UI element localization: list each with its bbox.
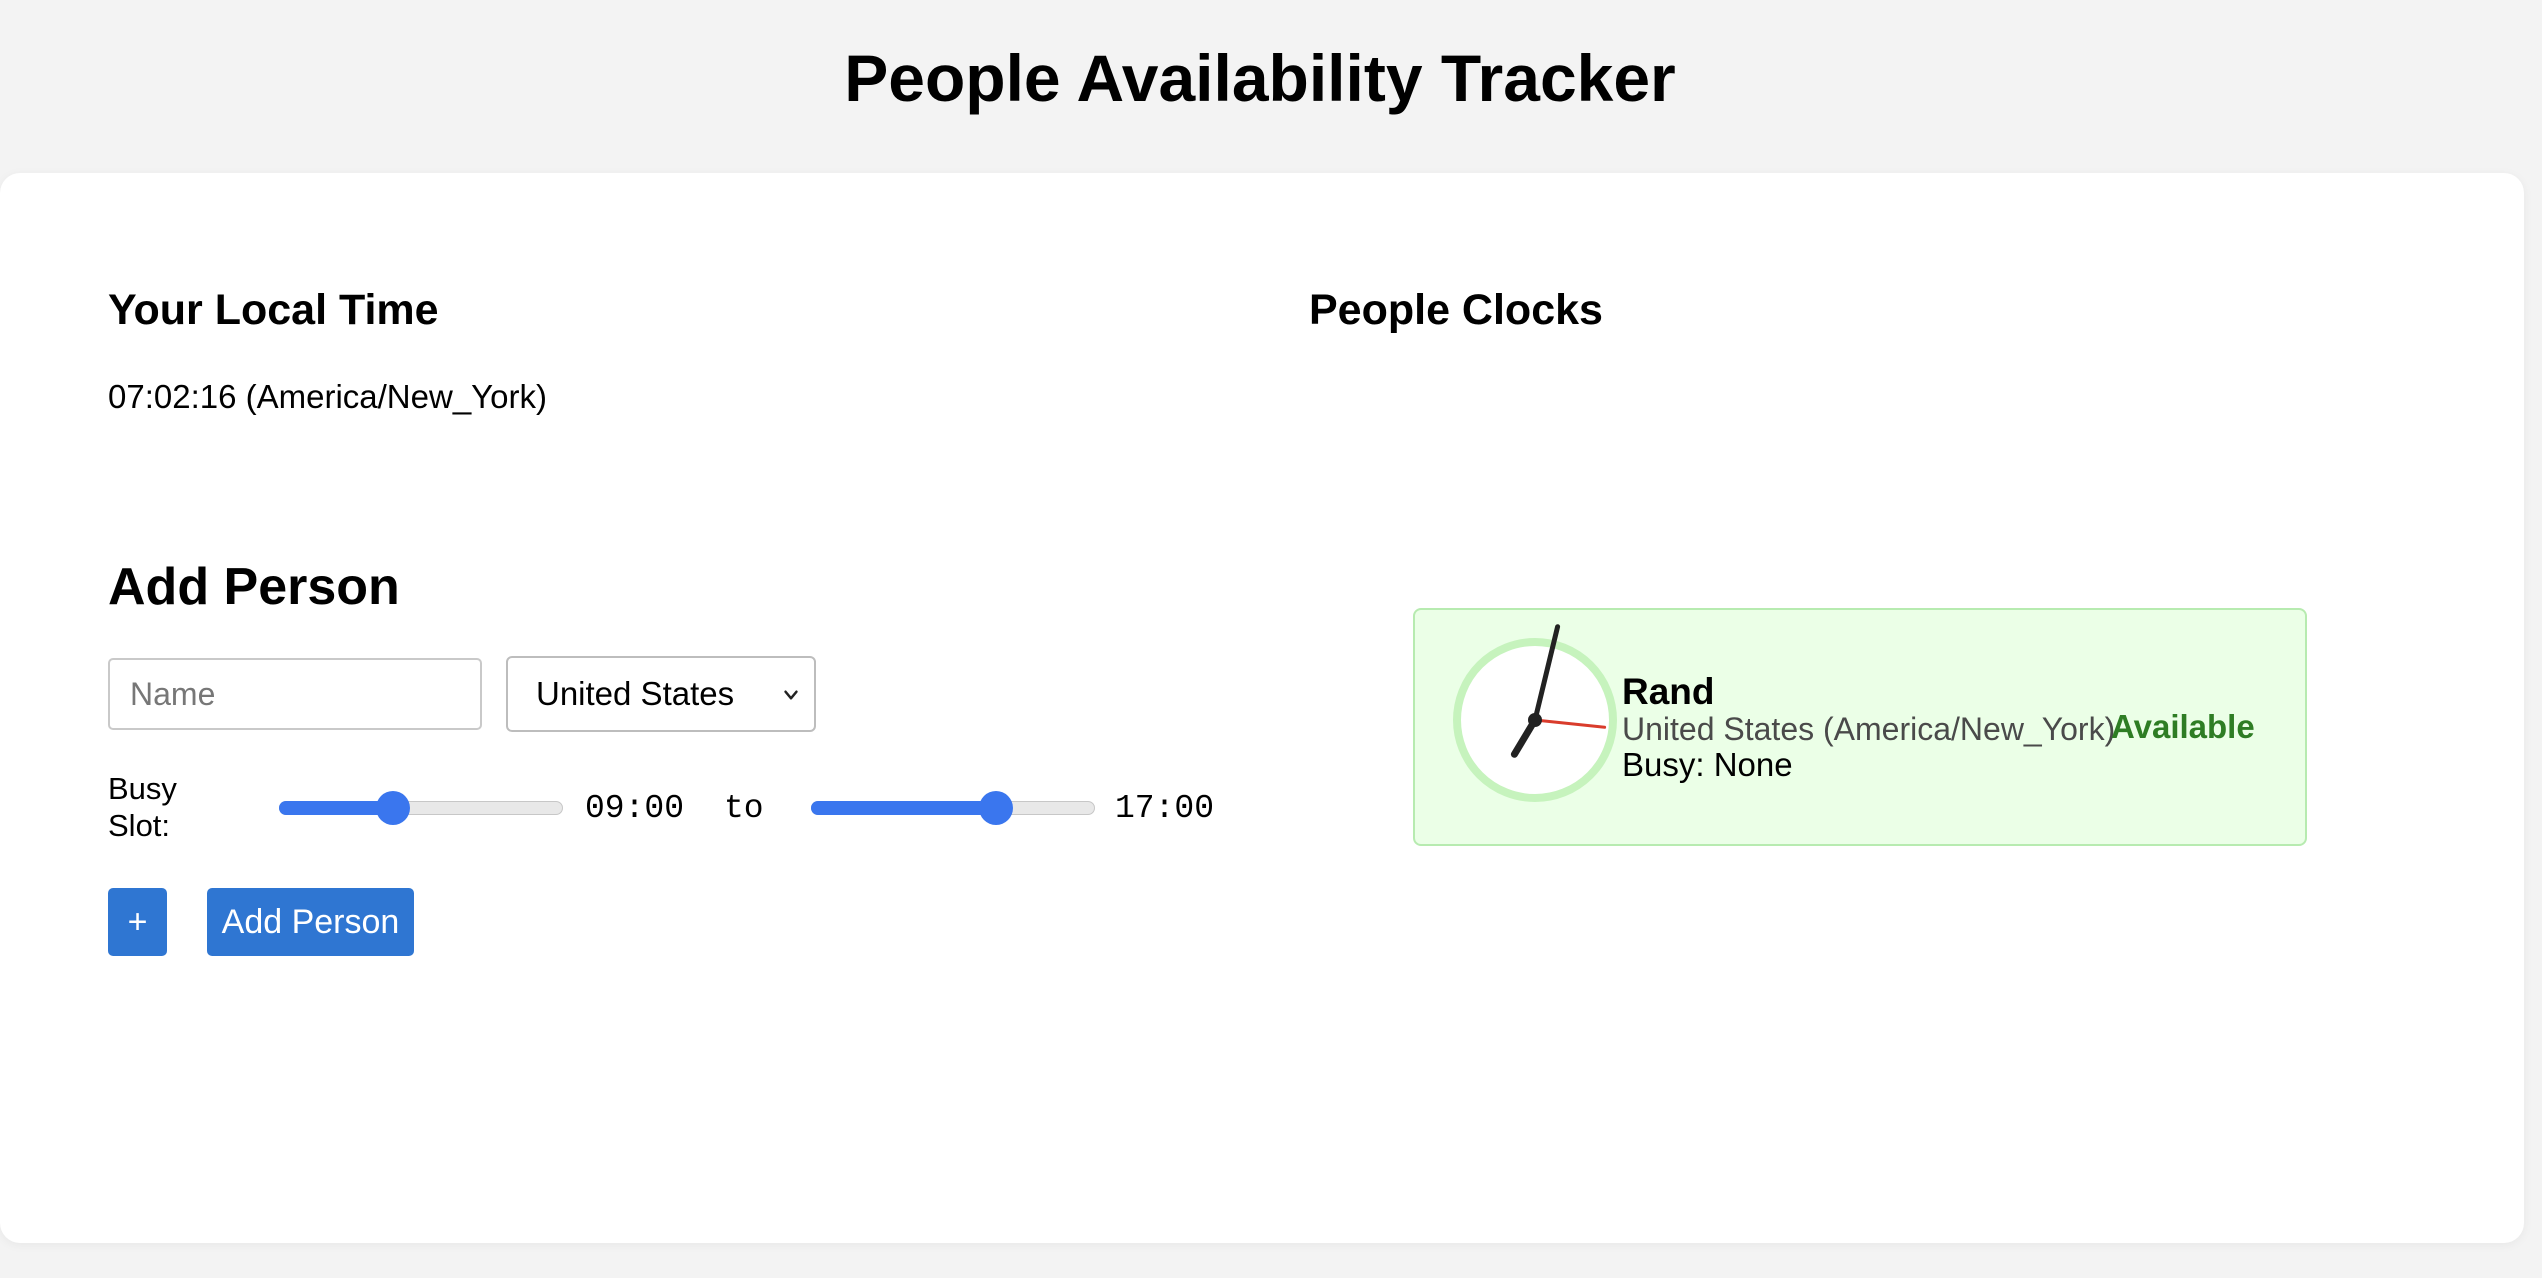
analog-clock — [1453, 624, 1617, 802]
person-name: Rand — [1622, 671, 1715, 712]
person-timezone: United States (America/New_York) — [1622, 711, 2116, 747]
chevron-down-icon — [784, 690, 798, 700]
people-clocks-heading: People Clocks — [1309, 286, 1603, 334]
person-status-badge: Available — [2111, 708, 2255, 745]
local-time-value: 07:02:16 (America/New_York) — [108, 378, 547, 415]
busy-end-slider[interactable] — [811, 788, 1095, 828]
busy-separator: to — [724, 790, 764, 827]
local-time-heading: Your Local Time — [108, 286, 439, 334]
busy-slot-label: Busy Slot: — [108, 771, 177, 843]
busy-end-time: 17:00 — [1115, 790, 1215, 827]
slider-fill — [811, 801, 996, 815]
busy-start-time: 09:00 — [585, 790, 685, 827]
person-busy-info: Busy: None — [1622, 746, 1793, 783]
add-slot-button[interactable]: + — [108, 888, 167, 956]
clock-center-pin — [1528, 713, 1542, 727]
slider-thumb[interactable] — [979, 791, 1013, 825]
add-person-heading: Add Person — [108, 558, 400, 616]
country-select[interactable]: United States — [506, 656, 816, 732]
page-title: People Availability Tracker — [844, 41, 1676, 115]
busy-start-slider[interactable] — [279, 788, 563, 828]
country-select-value: United States — [536, 675, 735, 712]
add-person-button[interactable]: Add Person — [207, 888, 414, 956]
name-input[interactable] — [108, 658, 482, 730]
slider-thumb[interactable] — [376, 791, 410, 825]
